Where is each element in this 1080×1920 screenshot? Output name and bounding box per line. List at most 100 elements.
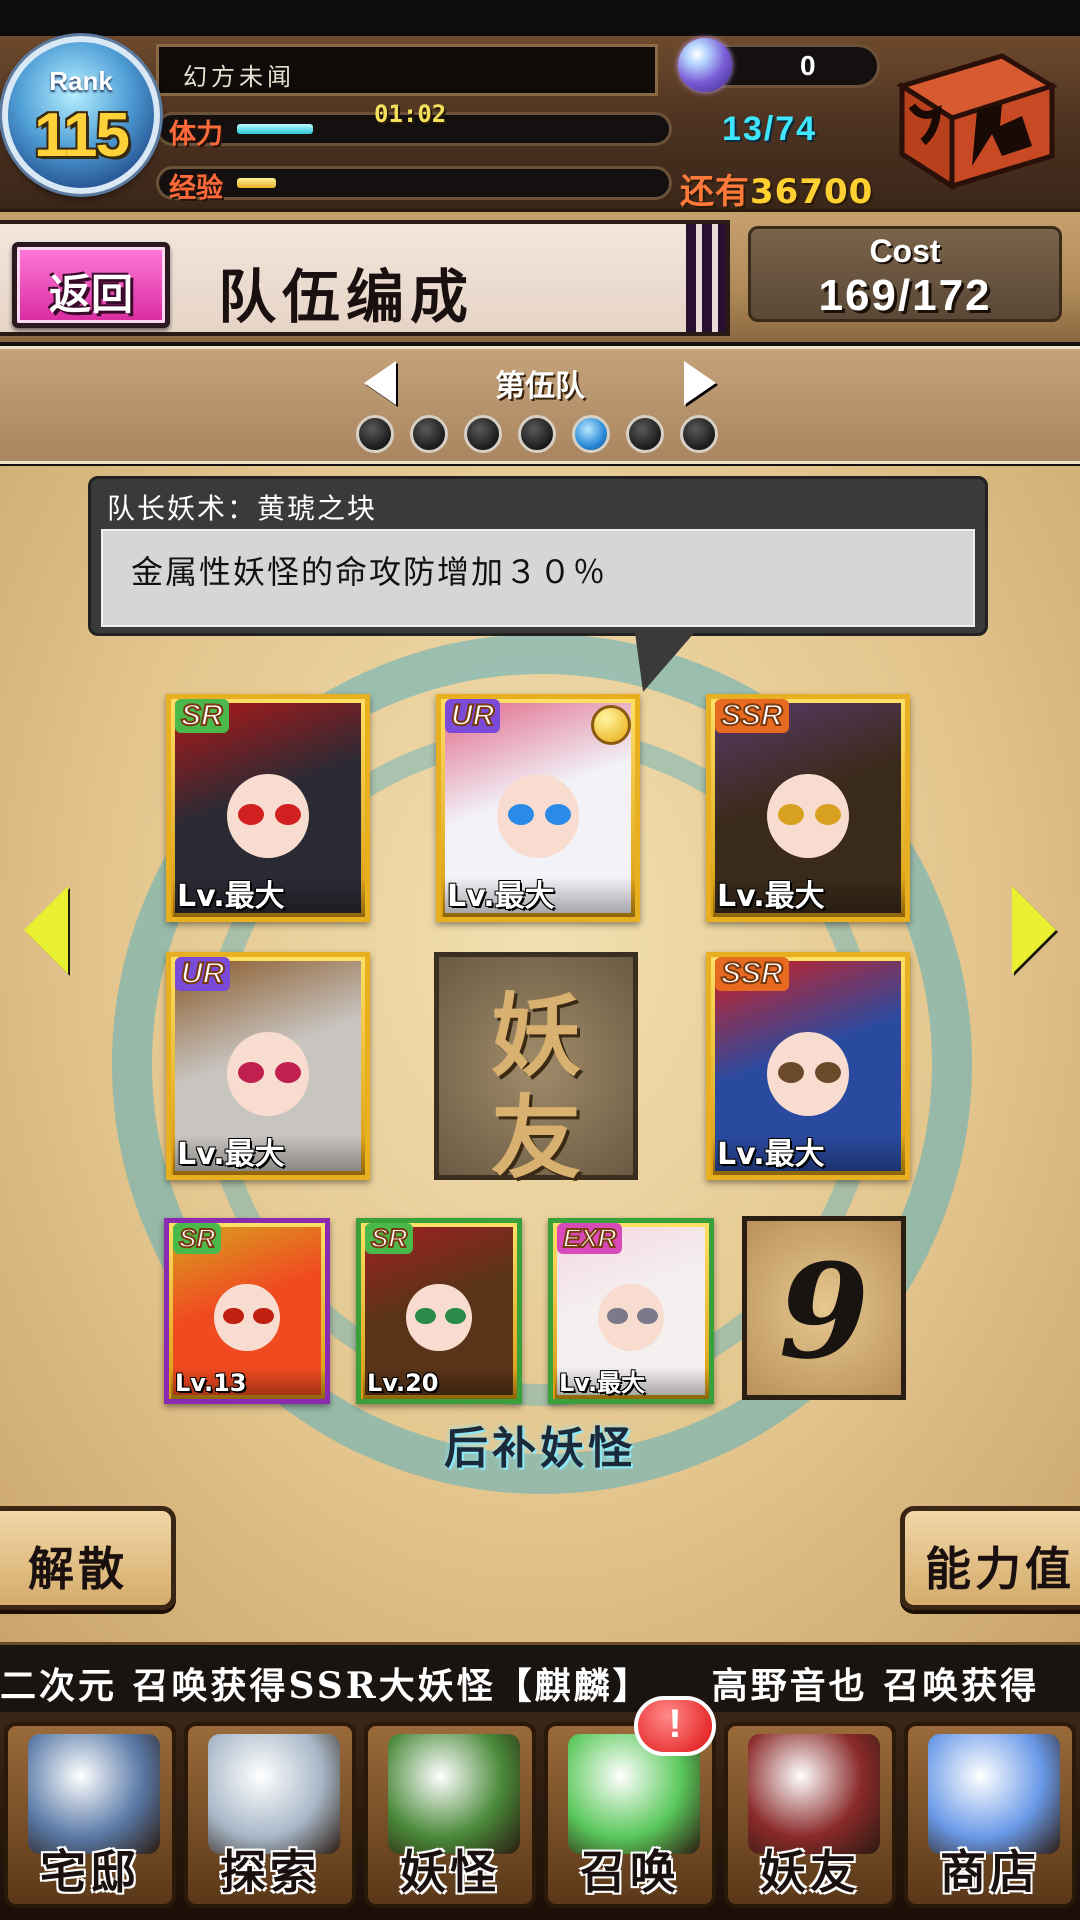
nav-item-magnifier-map[interactable]: 探索 <box>184 1722 356 1908</box>
stamina-fill <box>237 124 313 134</box>
scroll-right-arrow-icon[interactable] <box>1012 886 1056 974</box>
card-eye <box>252 1307 274 1325</box>
team-page-dot[interactable] <box>410 415 448 453</box>
card-level: Lv.20 <box>363 1367 517 1399</box>
team-formation-area: 队长妖术：黄琥之块 金属性妖怪的命攻防增加３０％ SR Lv.最大 UR Lv.最大 S… <box>0 466 1080 1646</box>
leader-skill-panel: 队长妖术：黄琥之块 金属性妖怪的命攻防增加３０％ <box>88 476 988 636</box>
team-page-dot[interactable] <box>464 415 502 453</box>
reserve-title: 后补妖怪 <box>444 1423 636 1474</box>
card-level: Lv.最大 <box>173 1135 365 1175</box>
team-name: 第伍队 <box>495 369 585 404</box>
nav-item-fox-girl[interactable]: 妖友 <box>724 1722 896 1908</box>
card-eye <box>636 1307 658 1325</box>
leader-skill-desc: 金属性妖怪的命攻防增加３０％ <box>131 553 608 591</box>
team-card[interactable]: SSR Lv.最大 <box>706 694 910 922</box>
rarity-badge: SSR <box>715 957 789 991</box>
bottom-nav: 宅邸 探索 妖怪 召唤 妖友 商店 <box>0 1712 1080 1920</box>
stamina-timer: 01:02 <box>374 100 447 128</box>
rank-label: Rank <box>49 66 113 96</box>
nav-label: 妖怪 <box>400 1845 500 1899</box>
player-name-box: 幻方未闻 <box>156 44 658 96</box>
card-level: Lv.最大 <box>555 1367 709 1399</box>
card-eye <box>238 1061 265 1083</box>
reserve-card[interactable]: EXR Lv.最大 <box>548 1218 714 1404</box>
reserve-card[interactable]: SR Lv.20 <box>356 1218 522 1404</box>
stamina-value: 13/74 <box>722 110 818 148</box>
title-banner: 返回 队伍编成 <box>0 220 730 336</box>
announcement-ticker: 二次元 召唤获得SSR大妖怪【麒麟】 高野音也 召唤获得 <box>0 1642 1080 1712</box>
card-eye <box>508 803 535 825</box>
rank-value: 115 <box>33 101 130 170</box>
team-page-dot[interactable] <box>626 415 664 453</box>
cost-label: Cost <box>869 233 941 269</box>
rarity-badge: EXR <box>557 1223 623 1254</box>
orb-count: 0 <box>800 50 816 81</box>
cost-box: Cost 169/172 <box>748 226 1062 322</box>
nav-item-crystal-ball[interactable]: 商店 <box>904 1722 1076 1908</box>
cost-value: 169/172 <box>818 271 992 320</box>
stats-label: 能力值 <box>925 1542 1075 1596</box>
card-eye <box>238 803 265 825</box>
nav-label: 探索 <box>220 1845 320 1899</box>
back-label: 返回 <box>48 270 133 319</box>
team-page-dot[interactable] <box>518 415 556 453</box>
rarity-badge: SR <box>175 699 229 733</box>
spirit-orb-icon <box>678 38 732 92</box>
notification-badge: ! <box>634 1696 716 1756</box>
team-card[interactable]: SR Lv.最大 <box>166 694 370 922</box>
team-page-dot[interactable] <box>356 415 394 453</box>
nav-item-mansion[interactable]: 宅邸 <box>4 1722 176 1908</box>
exp-label: 经验 <box>169 173 223 204</box>
card-eye <box>444 1307 466 1325</box>
scroll-left-arrow-icon[interactable] <box>24 886 68 974</box>
card-level: Lv.最大 <box>443 877 635 917</box>
card-level: Lv.13 <box>171 1367 325 1399</box>
rarity-badge: SSR <box>715 699 789 733</box>
player-name: 幻方未闻 <box>183 63 295 91</box>
nav-label: 商店 <box>940 1845 1040 1899</box>
page-title: 队伍编成 <box>218 263 475 331</box>
team-page-dot[interactable] <box>680 415 718 453</box>
treasure-chest-icon[interactable] <box>882 46 1062 196</box>
notification-badge-text: ! <box>668 1702 682 1746</box>
leader-skill-title: 队长妖术：黄琥之块 <box>107 492 378 525</box>
exp-remaining: 还有36700 <box>680 164 873 213</box>
team-card[interactable]: UR Lv.最大 <box>436 694 640 922</box>
card-level: Lv.最大 <box>713 877 905 917</box>
reserve-empty-slot[interactable]: 9 <box>742 1216 906 1400</box>
stamina-label: 体力 <box>169 119 223 150</box>
nav-label: 妖友 <box>760 1845 860 1899</box>
back-button[interactable]: 返回 <box>12 242 170 328</box>
card-level: Lv.最大 <box>173 877 365 917</box>
nav-label: 宅邸 <box>40 1845 140 1899</box>
card-eye <box>778 1061 805 1083</box>
disband-button[interactable]: 解散 <box>0 1506 176 1610</box>
exp-remaining-value: 36700 <box>750 172 874 212</box>
leader-medal-icon <box>591 705 631 745</box>
reserve-slot-number: 9 <box>778 1235 870 1388</box>
team-card[interactable]: SSR Lv.最大 <box>706 952 910 1180</box>
rarity-badge: SR <box>173 1223 222 1254</box>
team-card[interactable]: UR Lv.最大 <box>166 952 370 1180</box>
next-team-arrow-icon[interactable] <box>684 361 716 405</box>
friend-slot-char-bottom: 友 <box>491 1085 581 1191</box>
rarity-badge: UR <box>445 699 501 733</box>
nav-item-scroll[interactable]: 妖怪 <box>364 1722 536 1908</box>
team-selector: 第伍队 <box>0 346 1080 464</box>
rank-badge[interactable]: Rank 115 <box>2 36 160 194</box>
friend-slot[interactable]: 妖 友 <box>434 952 638 1191</box>
title-row: 返回 队伍编成 Cost 169/172 <box>0 212 1080 342</box>
status-bar <box>0 0 1080 36</box>
stats-button[interactable]: 能力值 <box>900 1506 1080 1610</box>
ticker-text: 二次元 召唤获得SSR大妖怪【麒麟】 高野音也 召唤获得 <box>0 1665 1040 1707</box>
leader-skill-desc-box: 金属性妖怪的命攻防增加３０％ <box>101 529 975 627</box>
rarity-badge: UR <box>175 957 231 991</box>
reserve-card[interactable]: SR Lv.13 <box>164 1218 330 1404</box>
rarity-badge: SR <box>365 1223 414 1254</box>
card-level: Lv.最大 <box>713 1135 905 1175</box>
exp-bar: 经验 <box>156 166 672 204</box>
card-eye <box>778 803 805 825</box>
nav-label: 召唤 <box>580 1845 680 1899</box>
team-page-dot[interactable] <box>572 415 610 453</box>
disband-label: 解散 <box>28 1542 128 1596</box>
